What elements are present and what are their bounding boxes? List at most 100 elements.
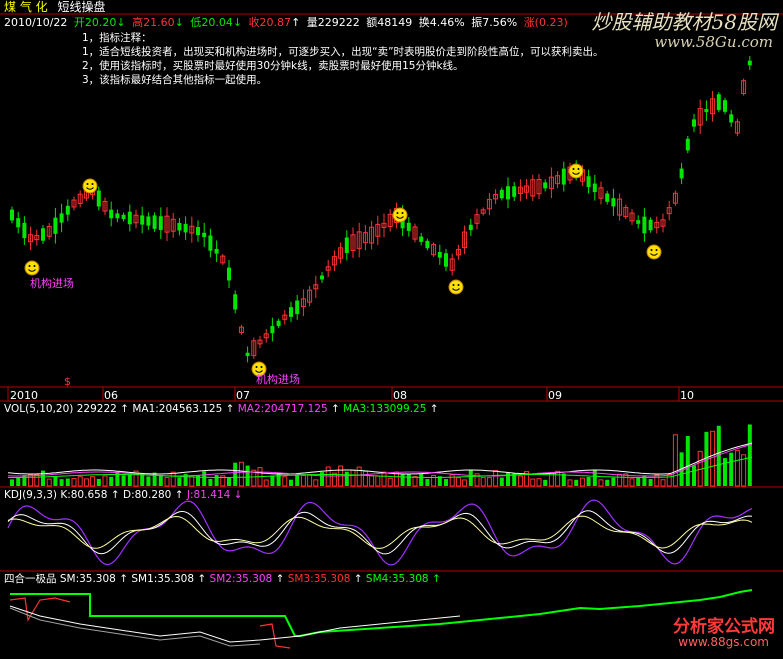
volume-bar-up xyxy=(455,477,461,487)
volume-bar-down xyxy=(10,479,14,486)
volume-bar-up xyxy=(672,434,678,487)
sell-smiley-2-eye xyxy=(396,212,399,214)
up-arrow-icon: ↑ xyxy=(291,16,301,29)
stat-date: 2010/10/22 xyxy=(4,16,68,29)
sihe-panel-header: 四合一极品 SM:35.308 ↑ SM1:35.308 ↑ SM2:35.30… xyxy=(4,573,441,586)
volume-bar-up xyxy=(536,478,542,487)
indicator-notes: 1，指标注释： 1，适合短线投资者，出现买和机构进场时，可逐步买入，出现“卖”时… xyxy=(82,31,604,87)
stat-low: 低20.04 xyxy=(190,16,233,29)
candle-body-down xyxy=(543,182,548,189)
down-arrow-icon: ↓ xyxy=(174,16,184,29)
indicator-name: 短线操盘 xyxy=(57,0,106,14)
up-arrow-icon: ↑ xyxy=(110,489,120,501)
volume-bar-up xyxy=(387,477,393,487)
candle-body-down xyxy=(295,300,300,315)
candle-body-down xyxy=(115,213,120,219)
vol-value: 229222 xyxy=(76,403,117,415)
candle-body-down xyxy=(227,267,231,281)
volume-bar-up xyxy=(493,470,499,487)
volume-bar-up xyxy=(567,479,573,487)
kdj-d-line xyxy=(7,515,753,549)
volume-bar-up xyxy=(381,471,387,487)
volume-bar-up xyxy=(313,479,319,487)
candle-body-down xyxy=(561,168,566,185)
watermark-top: 炒股辅助教材58股网 xyxy=(591,10,777,34)
sell-smiley-3-face xyxy=(568,163,584,179)
volume-bar-up xyxy=(617,473,623,487)
watermark-bottom-url: www.88gs.com xyxy=(678,635,769,649)
candle-body-down xyxy=(183,223,188,233)
volume-bar-down xyxy=(146,476,151,486)
candle-body-down xyxy=(679,168,684,179)
candle-body-down xyxy=(605,193,610,202)
candle-body-down xyxy=(747,60,752,66)
volume-bar-down xyxy=(499,477,504,486)
volume-bar-down xyxy=(158,475,163,486)
up-arrow-icon: ↑ xyxy=(353,573,363,585)
chart-canvas[interactable] xyxy=(0,0,783,659)
volume-bar-up xyxy=(170,471,176,487)
candle-body-down xyxy=(233,294,238,310)
volume-bar-down xyxy=(729,452,734,486)
volume-bar-up xyxy=(660,479,666,487)
watermark-top-url: www.58Gu.com xyxy=(654,33,773,51)
stat-line: 2010/10/22 开20.20↓ 高21.60↓ 低20.04↓ 收20.8… xyxy=(4,16,571,29)
up-arrow-icon: ↑ xyxy=(429,403,439,415)
sm-line xyxy=(9,605,461,643)
candle-body-down xyxy=(611,198,616,207)
buy-smiley-1-face xyxy=(24,260,40,276)
volume-bar-down xyxy=(59,479,64,486)
volume-bar-down xyxy=(406,474,411,486)
candle-body-down xyxy=(419,236,424,242)
sihe-title: 四合一极品 xyxy=(4,573,57,585)
down-arrow-icon: ↓ xyxy=(233,489,243,501)
stock-name: 煤 气 化 xyxy=(4,0,48,14)
volume-bar-down xyxy=(611,477,616,486)
volume-bar-up xyxy=(462,479,468,487)
candle-body-down xyxy=(636,220,641,224)
volume-bar-down xyxy=(233,462,238,486)
candle-body-down xyxy=(53,217,58,234)
kdj-k: K:80.658 xyxy=(60,489,108,501)
buy-smiley-2-eye xyxy=(255,366,258,368)
candle-body-down xyxy=(685,138,690,151)
kdj-panel-header: KDJ(9,3,3) K:80.658 ↑ D:80.280 ↑ J:81.41… xyxy=(4,489,242,502)
up-arrow-icon: ↑ xyxy=(174,489,184,501)
candle-body-down xyxy=(65,205,70,215)
x-label-07: 07 xyxy=(236,389,250,402)
stat-open: 开20.20 xyxy=(73,16,117,29)
volume-bar-down xyxy=(400,474,405,486)
volume-bar-up xyxy=(282,476,288,487)
candle-body-down xyxy=(444,253,448,267)
sihe-sm4: SM4:35.308 xyxy=(365,573,429,585)
volume-bar-up xyxy=(629,478,635,487)
buy-smiley-1-eye xyxy=(33,265,36,267)
volume-bar-down xyxy=(419,473,424,486)
volume-bar-up xyxy=(90,476,96,487)
volume-bar-down xyxy=(109,476,114,486)
volume-bar-down xyxy=(177,477,182,486)
stat-close: 收20.87 xyxy=(248,16,292,29)
candle-body-down xyxy=(289,307,293,317)
candle-body-down xyxy=(96,190,101,207)
volume-bar-up xyxy=(654,474,660,487)
volume-bar-up xyxy=(530,478,536,487)
candle-body-down xyxy=(121,214,126,220)
volume-bar-down xyxy=(685,436,690,486)
kdj-d: D:80.280 xyxy=(123,489,172,501)
volume-bar-down xyxy=(214,475,219,486)
sell-smiley-3-eye xyxy=(577,168,580,170)
volume-bar-up xyxy=(734,450,740,487)
stat-turnover: 换4.46% xyxy=(418,16,465,29)
kdj-title: KDJ(9,3,3) xyxy=(4,489,57,501)
buy-smiley-2-eye xyxy=(260,366,263,368)
buy-smiley-3-eye xyxy=(457,284,460,286)
candle-body-down xyxy=(245,352,250,357)
volume-bar-down xyxy=(543,479,548,486)
jigou-label-1: 机构进场 xyxy=(30,277,74,290)
dollar-marker: $ xyxy=(64,375,71,388)
volume-bar-down xyxy=(723,458,727,486)
volume-bar-up xyxy=(164,476,170,487)
volume-bar-down xyxy=(586,477,591,486)
sell-smiley-2-face xyxy=(392,207,408,223)
